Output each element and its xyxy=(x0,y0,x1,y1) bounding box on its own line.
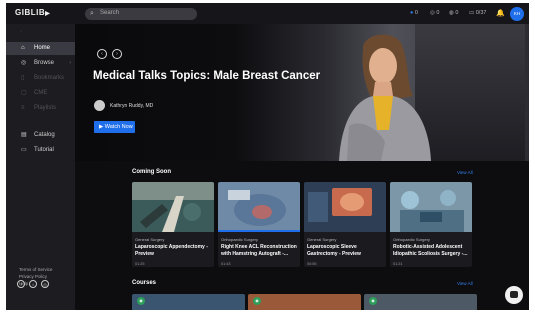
stat-certificates[interactable]: ◍ 0 xyxy=(449,10,458,16)
watch-now-button[interactable]: ▶ Watch Now xyxy=(94,121,135,133)
sidebar-item-cme[interactable]: ▢ CME xyxy=(6,87,75,100)
course-badge-icon: ◉ xyxy=(369,297,377,305)
course-card[interactable]: ◉ xyxy=(364,294,477,310)
app-window: GIBLIB▶ ⌕ Search ● 0 ◎ 0 ◍ 0 ▭ 0/37 🔔 KH… xyxy=(6,3,529,310)
coming-soon-title: Coming Soon xyxy=(132,169,171,175)
card-category: Orthopaedic Surgery xyxy=(393,237,430,242)
social-links: f t ◎ xyxy=(17,273,53,291)
speaker-name[interactable]: Kathryn Ruddy, MD xyxy=(110,103,153,109)
credit-icon: ◎ xyxy=(430,10,435,16)
card-title: Laparoscopic Sleeve Gastrectomy - Previe… xyxy=(307,244,361,257)
card-title: Right Knee ACL Reconstruction with Hamst… xyxy=(221,244,297,257)
search-icon: ⌕ xyxy=(90,10,94,17)
card-title: Laparoscopic Appendectomy - Preview xyxy=(135,244,208,257)
giblib-logo[interactable]: GIBLIB▶ xyxy=(15,8,50,17)
catalog-icon: ▤ xyxy=(21,132,27,138)
sidebar-item-home[interactable]: ⌂ Home xyxy=(6,42,75,55)
playlist-icon: ≡ xyxy=(21,105,25,111)
course-badge-icon: ◉ xyxy=(253,297,261,305)
video-thumbnail xyxy=(218,182,300,232)
card-duration: 01:25 xyxy=(135,262,145,266)
sidebar-item-bookmarks[interactable]: ▯ Bookmarks xyxy=(6,72,75,85)
courses-title: Courses xyxy=(132,280,157,286)
hero-prev-button[interactable]: ‹ xyxy=(97,49,107,59)
card-duration: 01:21 xyxy=(393,262,403,266)
compass-icon: ◎ xyxy=(21,60,27,66)
course-badge-icon: ◉ xyxy=(137,297,145,305)
video-thumbnail xyxy=(304,182,386,232)
speaker-photo xyxy=(339,34,431,161)
card-category: Orthopaedic Surgery xyxy=(221,237,258,242)
sidebar-item-playlists[interactable]: ≡ Playlists xyxy=(6,102,75,115)
certificate-icon: ▢ xyxy=(21,90,27,96)
facebook-icon[interactable]: f xyxy=(17,280,25,288)
courses-view-all[interactable]: View All xyxy=(457,281,473,286)
user-avatar[interactable]: KH xyxy=(510,7,524,21)
notification-bell-icon[interactable]: 🔔 xyxy=(496,9,505,17)
stat-videos[interactable]: ▭ 0/37 xyxy=(469,10,486,16)
twitter-icon[interactable]: t xyxy=(29,280,37,288)
search-input[interactable]: ⌕ Search xyxy=(85,8,197,20)
instagram-icon[interactable]: ◎ xyxy=(41,280,49,288)
home-icon: ⌂ xyxy=(21,45,25,51)
course-card[interactable]: ◉ xyxy=(248,294,361,310)
sidebar-item-browse[interactable]: ◎ Browse › xyxy=(6,57,75,70)
sidebar: ◦ ⌂ Home ◎ Browse › ▯ Bookmarks ▢ CME ≡ … xyxy=(6,24,75,310)
card-category: General Surgery xyxy=(307,237,337,242)
video-card[interactable]: Orthopaedic Surgery Right Knee ACL Recon… xyxy=(218,182,300,267)
streak-icon: ● xyxy=(410,10,414,16)
chat-bubble-icon xyxy=(510,291,518,298)
hero-title: Medical Talks Topics: Male Breast Cancer xyxy=(93,70,321,82)
video-card[interactable]: Orthopaedic Surgery Robotic-Assisted Ado… xyxy=(390,182,472,267)
terms-link[interactable]: Terms of Service xyxy=(19,267,53,272)
video-card[interactable]: General Surgery Laparoscopic Sleeve Gast… xyxy=(304,182,386,267)
hero-next-button[interactable]: › xyxy=(112,49,122,59)
tutorial-icon: ▭ xyxy=(21,147,27,153)
sidebar-item-tutorial[interactable]: ▭ Tutorial xyxy=(6,144,75,157)
hero-banner: ‹ › Medical Talks Topics: Male Breast Ca… xyxy=(75,24,529,161)
card-title: Robotic-Assisted Adolescent Idiopathic S… xyxy=(393,244,468,257)
video-thumbnail xyxy=(132,182,214,232)
video-thumbnail xyxy=(390,182,472,232)
menu-toggle-icon[interactable]: ◦ xyxy=(20,29,22,35)
stat-credits[interactable]: ◎ 0 xyxy=(430,10,439,16)
course-card[interactable]: ◉ xyxy=(132,294,245,310)
video-icon: ▭ xyxy=(469,10,475,16)
top-bar: GIBLIB▶ ⌕ Search ● 0 ◎ 0 ◍ 0 ▭ 0/37 🔔 KH xyxy=(6,3,529,24)
card-duration: 00:55 xyxy=(307,262,317,266)
card-duration: 01:43 xyxy=(221,262,231,266)
video-card[interactable]: General Surgery Laparoscopic Appendectom… xyxy=(132,182,214,267)
bookmark-icon: ▯ xyxy=(21,75,25,81)
stat-streak[interactable]: ● 0 xyxy=(410,10,418,16)
coming-soon-view-all[interactable]: View All xyxy=(457,170,473,175)
sidebar-item-catalog[interactable]: ▤ Catalog xyxy=(6,129,75,142)
card-category: General Surgery xyxy=(135,237,165,242)
search-placeholder: Search xyxy=(100,10,120,16)
speaker-avatar xyxy=(94,100,105,111)
chat-button[interactable] xyxy=(505,286,523,304)
chevron-right-icon: › xyxy=(69,60,71,66)
certificate-icon: ◍ xyxy=(449,10,454,16)
